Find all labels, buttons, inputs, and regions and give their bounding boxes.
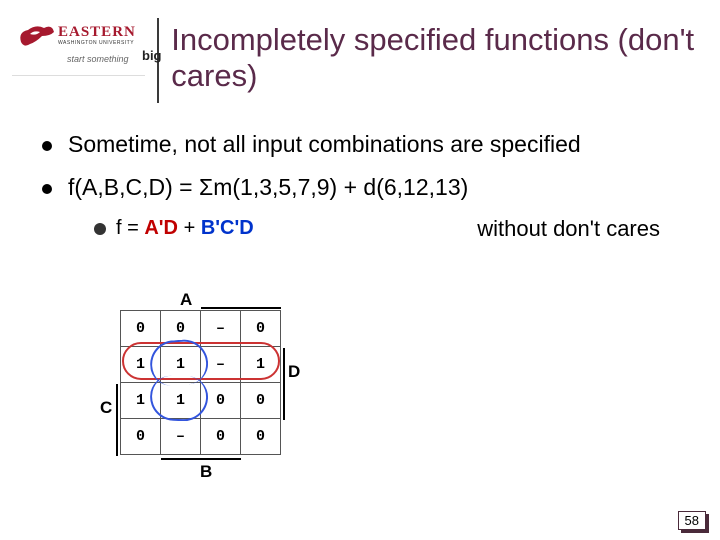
term-red: A'D: [144, 217, 178, 239]
bullet-icon: [42, 141, 52, 151]
logo-wordmark: EASTERN: [58, 24, 136, 41]
kmap-bar-B: [161, 458, 241, 460]
university-logo: EASTERN WASHINGTON UNIVERSITY start some…: [12, 18, 145, 76]
plus: +: [178, 217, 201, 239]
sub-bullet: f = A'D + B'C'D without don't cares: [94, 217, 690, 240]
logo-subtitle: WASHINGTON UNIVERSITY: [58, 40, 134, 46]
kmap-cell: 1: [121, 347, 161, 383]
kmap-cell: 0: [241, 383, 281, 419]
kmap-cell: –: [201, 347, 241, 383]
sub-prefix: f =: [116, 217, 144, 239]
term-blue: B'C'D: [201, 217, 254, 239]
bullet-1: Sometime, not all input combinations are…: [42, 131, 690, 158]
kmap-cell: 0: [241, 419, 281, 455]
logo-tagline: start something: [67, 54, 129, 64]
kmap-bar-A: [201, 307, 281, 309]
kmap: 0 0 – 0 1 1 – 1 1 1 0 0 0 – 0 0: [120, 310, 281, 455]
table-row: 0 – 0 0: [121, 419, 281, 455]
slide-number: 58: [678, 511, 706, 530]
kmap-cell: 0: [121, 311, 161, 347]
kmap-cell: 0: [241, 311, 281, 347]
slide-title: Incompletely specified functions (don't …: [171, 18, 700, 93]
kmap-table: 0 0 – 0 1 1 – 1 1 1 0 0 0 – 0 0: [120, 310, 281, 455]
kmap-cell: 1: [121, 383, 161, 419]
kmap-bar-C: [116, 384, 118, 456]
kmap-cell: 0: [161, 311, 201, 347]
kmap-cell: 0: [201, 383, 241, 419]
kmap-cell: –: [161, 419, 201, 455]
kmap-label-A: A: [180, 290, 192, 310]
table-row: 0 0 – 0: [121, 311, 281, 347]
logo-tagline-big: big: [142, 48, 162, 63]
bullet-icon: [42, 184, 52, 194]
kmap-cell: 0: [121, 419, 161, 455]
eagle-icon: [16, 22, 56, 52]
kmap-cell: 1: [161, 347, 201, 383]
bullet-2: f(A,B,C,D) = Σm(1,3,5,7,9) + d(6,12,13): [42, 174, 690, 201]
content-area: Sometime, not all input combinations are…: [0, 113, 720, 240]
kmap-label-D: D: [288, 362, 300, 382]
bullet-2-text: f(A,B,C,D) = Σm(1,3,5,7,9) + d(6,12,13): [68, 174, 468, 201]
sub-bullet-icon: [94, 223, 106, 235]
kmap-bar-D: [283, 348, 285, 420]
header: EASTERN WASHINGTON UNIVERSITY start some…: [0, 0, 720, 113]
table-row: 1 1 – 1: [121, 347, 281, 383]
kmap-cell: 1: [241, 347, 281, 383]
without-dont-cares: without don't cares: [477, 216, 660, 242]
kmap-cell: 0: [201, 419, 241, 455]
kmap-label-C: C: [100, 398, 112, 418]
bullet-1-text: Sometime, not all input combinations are…: [68, 131, 581, 158]
kmap-label-B: B: [200, 462, 212, 482]
kmap-cell: –: [201, 311, 241, 347]
kmap-cell: 1: [161, 383, 201, 419]
table-row: 1 1 0 0: [121, 383, 281, 419]
